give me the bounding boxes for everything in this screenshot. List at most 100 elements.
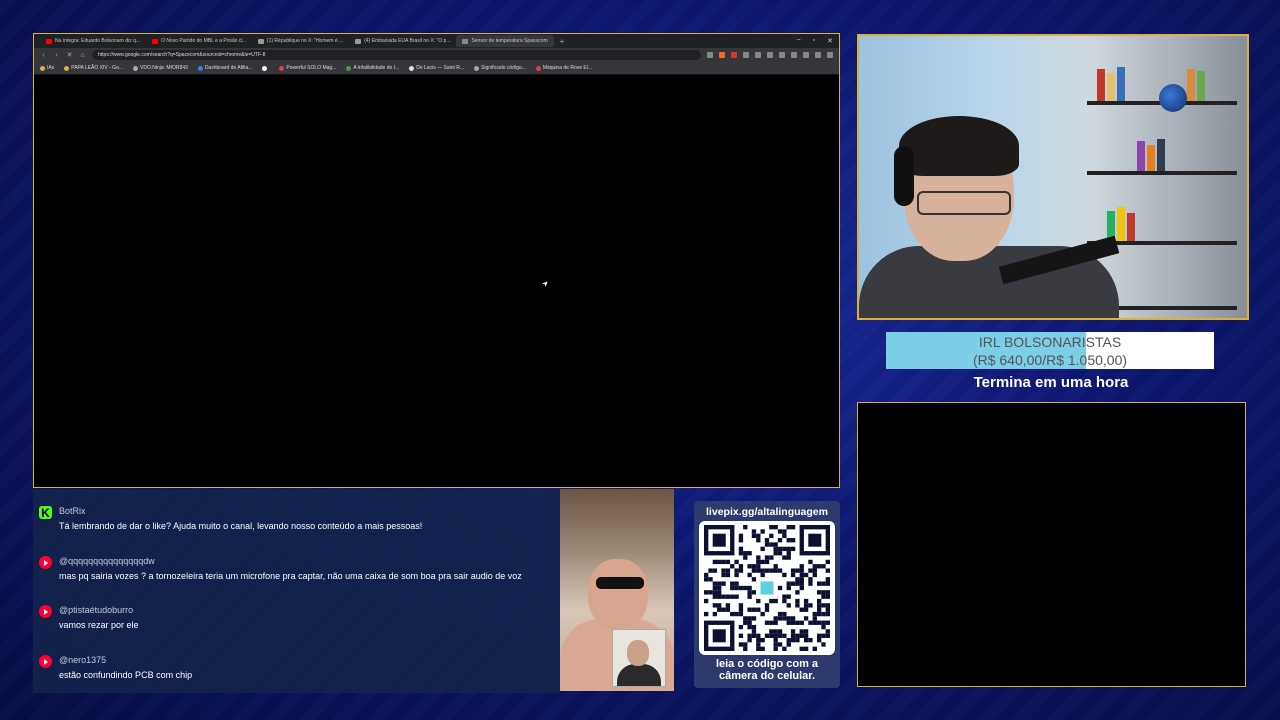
browser-tab[interactable]: O Novo Partido do MBL e a Prisão d... bbox=[146, 35, 252, 47]
streamer-glasses bbox=[917, 191, 1011, 215]
bookmark-favicon-icon bbox=[40, 65, 45, 71]
tab-label: O Novo Partido do MBL e a Prisão d... bbox=[161, 38, 246, 44]
extension-icon[interactable] bbox=[743, 52, 749, 58]
browser-window-capture: Na íntegra: Eduardo Bolsonaro diz q... O … bbox=[33, 33, 840, 488]
bookmark-favicon-icon bbox=[133, 65, 139, 71]
browser-tab[interactable]: (1) République no X: "Homem é ... bbox=[252, 35, 349, 47]
chat-text: vamos rezar por ele bbox=[59, 620, 139, 630]
youtube-icon bbox=[39, 605, 52, 618]
streamer-hair bbox=[899, 116, 1019, 176]
bookmark-favicon-icon bbox=[409, 65, 415, 71]
bookmark-favicon-icon bbox=[279, 65, 285, 71]
globe-decoration bbox=[1159, 84, 1187, 112]
youtube-icon bbox=[39, 556, 52, 569]
livepix-qr-panel: livepix.gg/altalinguagem leia o código c… bbox=[694, 501, 840, 688]
stop-loading-button[interactable]: ✕ bbox=[66, 51, 73, 59]
bookmark-label: De Lacis — Saint R... bbox=[416, 65, 465, 71]
bookmark-label: VDO.Ninja: MIOR843 bbox=[140, 65, 188, 71]
brave-shield-icon[interactable] bbox=[719, 52, 725, 58]
qr-code-graphic bbox=[704, 525, 830, 651]
chat-username: BotRix bbox=[59, 506, 86, 516]
goal-text: IRL BOLSONARISTAS (R$ 640,00/R$ 1.050,00… bbox=[886, 332, 1214, 369]
browser-tab[interactable]: (4) Embaixada EUA Brasil no X: "O p... bbox=[349, 35, 456, 47]
goal-deadline: Termina em uma hora bbox=[973, 374, 1129, 391]
bookmark-favicon-icon bbox=[197, 65, 203, 71]
bookmark-item[interactable]: Máquina de Rove El... bbox=[535, 65, 593, 71]
tab-label: (1) République no X: "Homem é ... bbox=[266, 38, 344, 44]
bookmark-item[interactable]: VDO.Ninja: MIOR843 bbox=[133, 65, 188, 71]
vpn-icon[interactable] bbox=[815, 52, 821, 58]
browser-tab[interactable]: Sensor de temperatura Spacecom bbox=[456, 35, 554, 47]
donation-goal-bar: IRL BOLSONARISTAS (R$ 640,00/R$ 1.050,00… bbox=[886, 332, 1214, 369]
bookmark-item[interactable]: A infalibilidade do I... bbox=[346, 65, 399, 71]
empty-scene-panel bbox=[857, 402, 1246, 687]
bookmark-label: A infalibilidade do I... bbox=[353, 65, 400, 71]
close-window-button[interactable]: ✕ bbox=[827, 37, 833, 45]
menu-icon[interactable] bbox=[827, 52, 833, 58]
bookmarks-bar: IAs PAPA LEÃO XIV - Go... VDO.Ninja: MIOR8… bbox=[34, 62, 839, 75]
bookmark-favicon-icon bbox=[474, 65, 480, 71]
bookmark-item[interactable]: Powerful SOLO Mag... bbox=[279, 65, 336, 71]
goal-title: IRL BOLSONARISTAS bbox=[978, 334, 1122, 350]
bookmark-item[interactable]: De Lacis — Saint R... bbox=[409, 65, 464, 71]
video-inset-photo bbox=[612, 629, 666, 687]
chat-text: mas pq sairia vozes ? a tornozeleira ter… bbox=[59, 571, 522, 581]
minimize-button[interactable]: − bbox=[797, 37, 801, 45]
kick-icon: K bbox=[39, 506, 52, 520]
tab-favicon-icon bbox=[462, 38, 469, 44]
qr-caption-line1: leia o código com a bbox=[715, 658, 819, 670]
bookmark-label: Dashboard de Afilia... bbox=[204, 65, 253, 71]
maximize-button[interactable]: ▫ bbox=[813, 37, 815, 45]
bookmark-item[interactable]: Dashboard de Afilia... bbox=[197, 65, 253, 71]
url-field[interactable]: https://www.google.com/search?q=Spacecom… bbox=[92, 50, 701, 60]
bookmark-label: Powerful SOLO Mag... bbox=[286, 65, 337, 71]
forward-button[interactable]: › bbox=[53, 52, 60, 59]
video-person-face bbox=[588, 559, 648, 629]
chat-username: @qqqqqqqqqqqqqqqdw bbox=[59, 556, 155, 566]
tab-favicon-icon bbox=[257, 38, 264, 44]
rewards-icon[interactable] bbox=[731, 52, 737, 58]
bookmark-label: Significado código... bbox=[481, 65, 526, 71]
chat-text: estão confundindo PCB com chip bbox=[59, 670, 193, 680]
bookmark-item[interactable]: Significado código... bbox=[474, 65, 526, 71]
chat-username: @ptistaétudoburro bbox=[59, 605, 134, 615]
back-button[interactable]: ‹ bbox=[40, 52, 47, 59]
video-person-sunglasses bbox=[596, 577, 644, 589]
wallet-icon[interactable] bbox=[803, 52, 809, 58]
youtube-icon bbox=[39, 655, 52, 668]
headset bbox=[894, 146, 914, 206]
qr-caption: leia o código com a câmera do celular. bbox=[694, 658, 840, 682]
tab-label: (4) Embaixada EUA Brasil no X: "O p... bbox=[364, 38, 451, 44]
address-bar-row: ‹ › ✕ ⌂ https://www.google.com/search?q=… bbox=[34, 48, 839, 62]
chat-text: Tá lembrando de dar o like? Ajuda muito … bbox=[59, 521, 423, 531]
qr-caption-line2: câmera do celular. bbox=[719, 670, 815, 682]
side-video-clip bbox=[560, 489, 674, 691]
bookmark-favicon-icon bbox=[262, 65, 268, 71]
bookmark-label: Máquina de Rove El... bbox=[542, 65, 593, 71]
bookmark-favicon-icon bbox=[64, 65, 70, 71]
media-icon[interactable] bbox=[779, 52, 785, 58]
download-icon[interactable] bbox=[767, 52, 773, 58]
new-tab-button[interactable]: + bbox=[554, 37, 571, 46]
bookmark-item[interactable] bbox=[262, 65, 269, 71]
bookmark-item[interactable]: PAPA LEÃO XIV - Go... bbox=[64, 65, 123, 71]
share-icon[interactable] bbox=[707, 52, 713, 58]
tab-favicon-icon bbox=[355, 38, 362, 44]
bookmark-favicon-icon bbox=[535, 65, 541, 71]
browser-tab-bar: Na íntegra: Eduardo Bolsonaro diz q... O … bbox=[34, 34, 839, 48]
extension-icon[interactable] bbox=[755, 52, 761, 58]
bookmark-favicon-icon bbox=[346, 65, 352, 71]
window-controls: − ▫ ✕ bbox=[797, 37, 839, 45]
bookmark-item[interactable]: IAs bbox=[40, 65, 54, 71]
goal-amount: (R$ 640,00/R$ 1.050,00) bbox=[972, 352, 1128, 368]
bookmark-label: IAs bbox=[47, 65, 55, 71]
bookmark-label: PAPA LEÃO XIV - Go... bbox=[71, 65, 124, 71]
qr-code bbox=[699, 521, 835, 655]
tab-favicon-icon bbox=[46, 38, 52, 44]
mouse-cursor-icon: ➤ bbox=[540, 278, 552, 289]
chat-overlay: K BotRix Tá lembrando de dar o like? Aju… bbox=[33, 489, 560, 693]
sidebar-icon[interactable] bbox=[791, 52, 797, 58]
browser-tab[interactable]: Na íntegra: Eduardo Bolsonaro diz q... bbox=[40, 35, 146, 47]
home-button[interactable]: ⌂ bbox=[79, 52, 86, 59]
tab-label: Na íntegra: Eduardo Bolsonaro diz q... bbox=[55, 38, 141, 44]
